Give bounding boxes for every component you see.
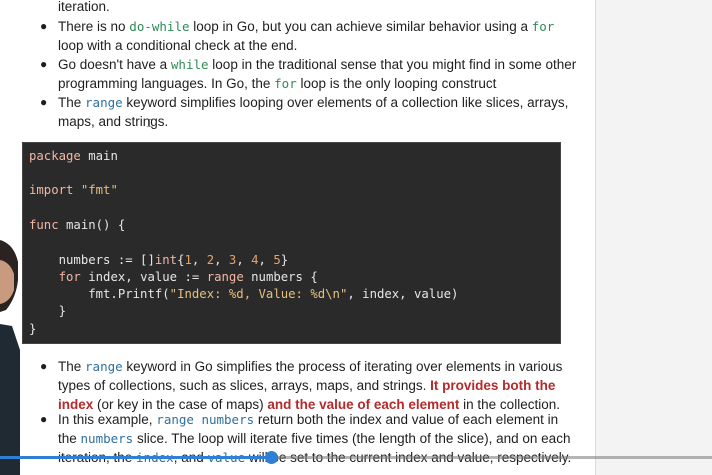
code-line: for index, value := range numbers { bbox=[58, 270, 318, 284]
mouse-cursor-icon: ⌶ bbox=[146, 116, 154, 130]
text-line: programming languages. In Go, the for lo… bbox=[58, 76, 497, 91]
bullet-dot: ● bbox=[40, 19, 48, 33]
progress-scrubber-handle[interactable] bbox=[264, 451, 278, 464]
text-line: Go doesn't have a while loop in the trad… bbox=[58, 57, 577, 72]
text-line: There is no do-while loop in Go, but you… bbox=[58, 19, 555, 34]
code-line: package main bbox=[29, 149, 118, 163]
code-line: func main() { bbox=[29, 218, 126, 232]
text-line: iteration. bbox=[58, 0, 110, 14]
bullet-dot: ● bbox=[40, 412, 48, 426]
text-line: the numbers slice. The loop will iterate… bbox=[58, 431, 571, 446]
document-page: iteration. ● There is no do-while loop i… bbox=[0, 0, 595, 475]
code-line: numbers := []int{1, 2, 3, 4, 5} bbox=[29, 253, 289, 267]
text-line: types of collections, such as slices, ar… bbox=[58, 378, 556, 393]
code-line: } bbox=[29, 322, 37, 336]
bullet-dot: ● bbox=[40, 359, 48, 373]
code-line: } bbox=[29, 304, 67, 318]
code-line: import "fmt" bbox=[29, 183, 118, 197]
bullet-dot: ● bbox=[40, 95, 48, 109]
code-line: fmt.Printf("Index: %d, Value: %d\n", ind… bbox=[29, 287, 459, 301]
text-line: The range keyword simplifies looping ove… bbox=[58, 95, 569, 110]
progress-fill bbox=[0, 456, 271, 459]
side-panel bbox=[595, 0, 712, 475]
text-line: In this example, range numbers return bo… bbox=[58, 412, 559, 427]
video-progress-bar[interactable] bbox=[0, 451, 712, 464]
text-line: The range keyword in Go simplifies the p… bbox=[58, 359, 563, 374]
bullet-dot: ● bbox=[40, 57, 48, 71]
presenter-webcam-silhouette bbox=[0, 240, 20, 475]
text-line: loop with a conditional check at the end… bbox=[58, 38, 298, 53]
code-block: package main import "fmt" func main() { … bbox=[22, 142, 561, 344]
